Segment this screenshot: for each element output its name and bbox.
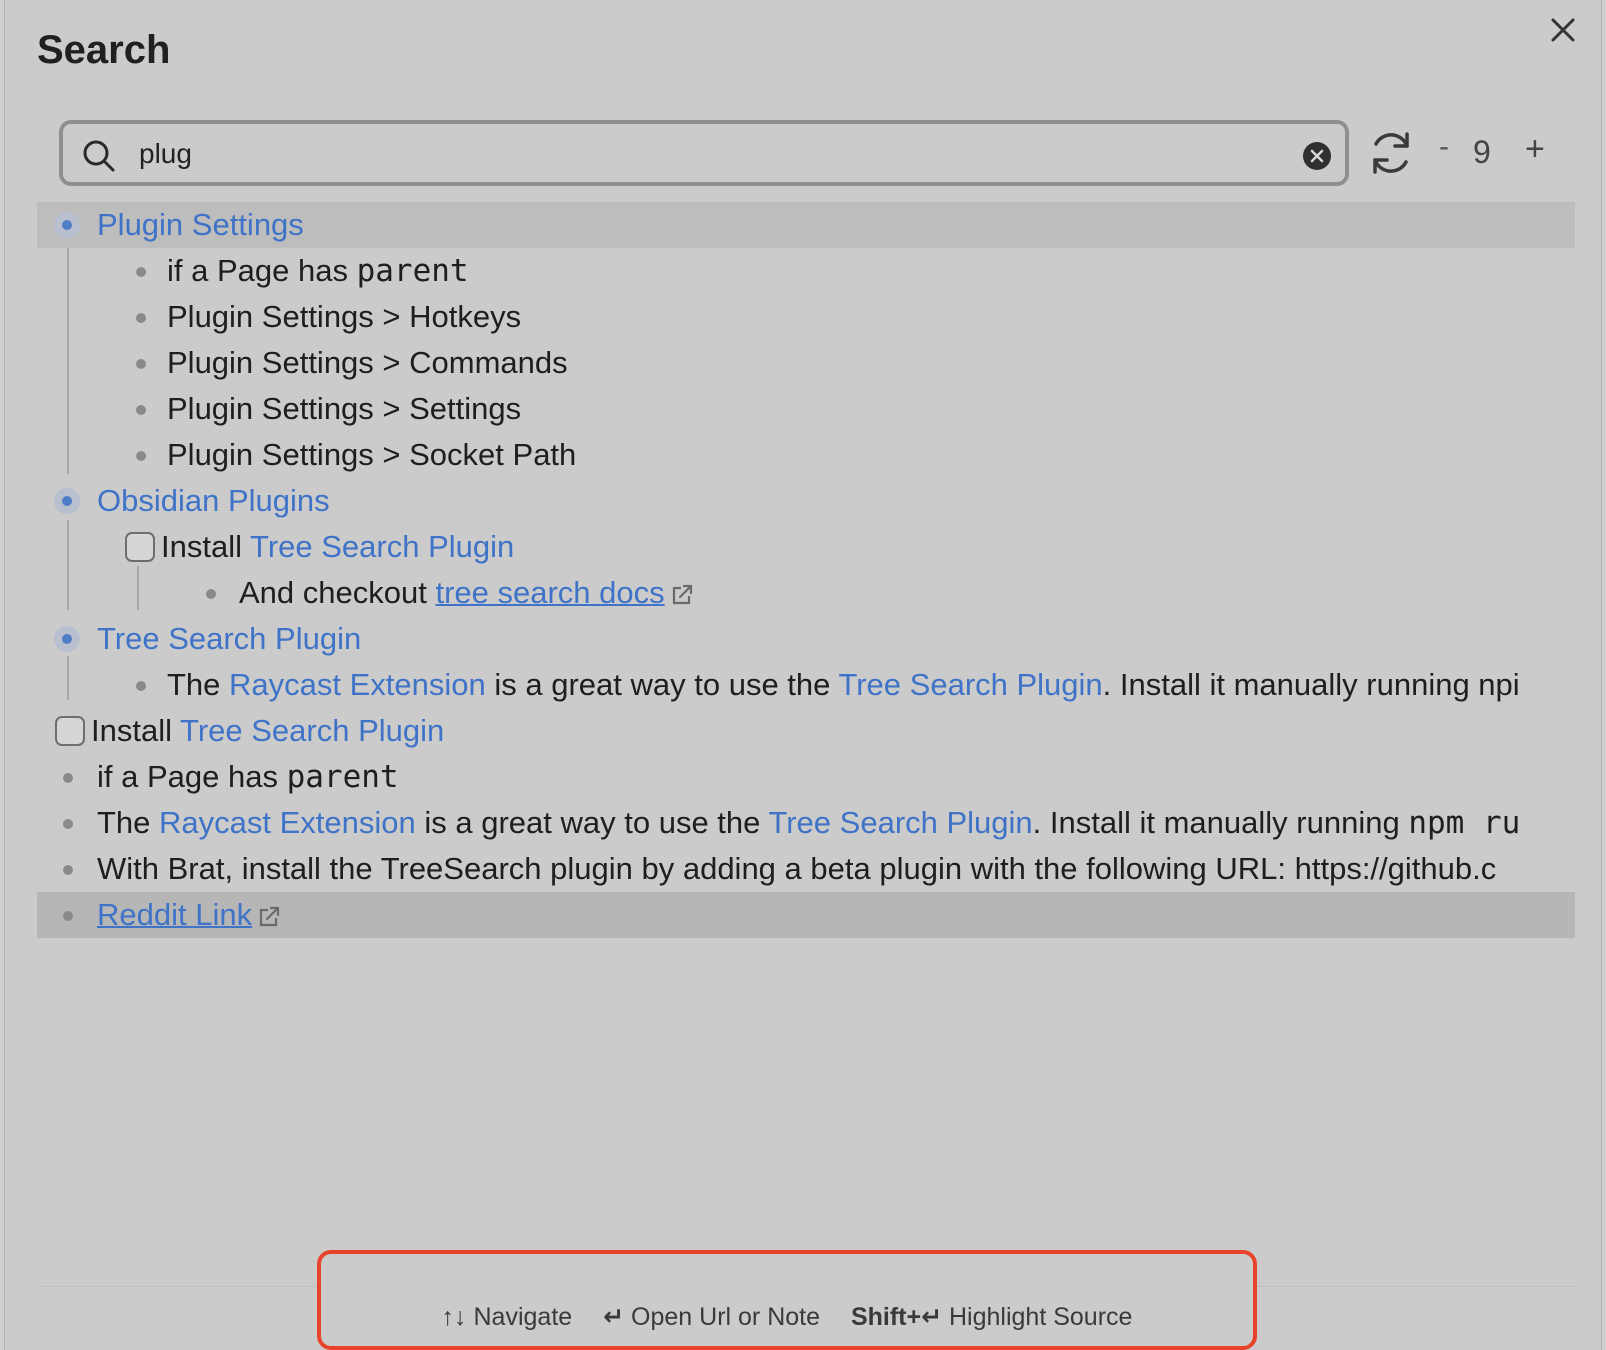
external-link[interactable]: tree search docs	[435, 575, 664, 610]
internal-link[interactable]: Raycast Extension	[229, 667, 486, 702]
text-span: is a great way to use the	[485, 667, 839, 702]
list-item[interactable]: The Raycast Extension is a great way to …	[37, 800, 1575, 846]
text-span: . Install it manually running	[1032, 805, 1409, 840]
text-span: if a Page has	[97, 759, 287, 794]
list-item-label: Tree Search Plugin	[97, 621, 362, 656]
bullet-icon	[206, 589, 216, 599]
bullet-icon	[63, 911, 73, 921]
list-item[interactable]: Reddit Link	[37, 892, 1575, 938]
text-span: if a Page has	[167, 253, 357, 288]
list-item[interactable]: Install Tree Search Plugin	[37, 524, 1575, 570]
list-item[interactable]: Tree Search Plugin	[37, 616, 1575, 662]
bullet-icon	[136, 451, 146, 461]
list-item[interactable]: And checkout tree search docs	[37, 570, 1575, 616]
hint-label: Open Url or Note	[631, 1303, 820, 1331]
external-link-icon	[259, 906, 280, 926]
external-link[interactable]: Reddit Link	[97, 897, 252, 932]
search-icon	[83, 140, 115, 172]
code-span: parent	[356, 253, 469, 289]
bullet-icon	[136, 267, 146, 277]
task-checkbox[interactable]	[125, 532, 155, 562]
bullet-icon	[54, 488, 80, 514]
bullet-icon	[63, 865, 73, 875]
text-span: . Install it manually running npi	[1102, 667, 1520, 702]
text-span: Install	[91, 713, 181, 748]
hint-label: Navigate	[473, 1303, 573, 1331]
internal-link[interactable]: Raycast Extension	[159, 805, 416, 840]
search-input[interactable]	[139, 134, 1259, 174]
list-item-label: Plugin Settings > Socket Path	[167, 437, 577, 472]
hint-keys: ↵	[603, 1303, 625, 1331]
hint-open: ↵ Open Url or Note	[603, 1302, 820, 1332]
code-span: npm ru	[1408, 805, 1521, 841]
bullet-icon	[136, 313, 146, 323]
list-item-label: With Brat, install the TreeSearch plugin…	[97, 851, 1497, 886]
text-span: The	[167, 667, 230, 702]
text-span: is a great way to use the	[415, 805, 769, 840]
list-item[interactable]: Obsidian Plugins	[37, 478, 1575, 524]
external-link-icon	[672, 584, 692, 604]
code-span: parent	[286, 759, 399, 795]
list-item[interactable]: Plugin Settings > Hotkeys	[37, 294, 1575, 340]
list-item-label: Install Tree Search Plugin	[161, 524, 514, 570]
list-item[interactable]: Install Tree Search Plugin	[37, 708, 1575, 754]
hint-keys: Shift+↵	[850, 1303, 943, 1331]
bullet-icon	[136, 405, 146, 415]
task-checkbox[interactable]	[55, 716, 85, 746]
list-item[interactable]: Plugin Settings > Commands	[37, 340, 1575, 386]
hint-label: Highlight Source	[949, 1303, 1133, 1331]
depth-decrease-button[interactable]: -	[1439, 130, 1449, 164]
depth-value: 9	[1473, 134, 1491, 170]
list-item[interactable]: Plugin Settings > Socket Path	[37, 432, 1575, 478]
hint-highlight: Shift+↵ Highlight Source	[851, 1302, 1132, 1332]
results-list: Plugin Settings if a Page has parent Plu…	[37, 202, 1575, 938]
text-span: Install	[161, 529, 251, 564]
list-item-label: The Raycast Extension is a great way to …	[167, 662, 1520, 708]
list-item-label: Install Tree Search Plugin	[91, 708, 444, 754]
list-item[interactable]: Plugin Settings > Settings	[37, 386, 1575, 432]
depth-increase-button[interactable]: +	[1525, 130, 1545, 169]
keyboard-hints: ↑↓ Navigate ↵ Open Url or Note Shift+↵ H…	[321, 1302, 1253, 1332]
close-button[interactable]	[1543, 10, 1583, 50]
list-item-label: Plugin Settings	[97, 207, 304, 242]
hint-navigate: ↑↓ Navigate	[442, 1303, 573, 1332]
list-item[interactable]: if a Page has parent	[37, 248, 1575, 294]
list-item[interactable]: Plugin Settings	[37, 202, 1575, 248]
list-item-label: The Raycast Extension is a great way to …	[97, 800, 1520, 846]
search-box	[59, 120, 1349, 186]
list-item-label: Plugin Settings > Commands	[167, 345, 568, 380]
keyboard-hints-footer: ↑↓ Navigate ↵ Open Url or Note Shift+↵ H…	[317, 1250, 1257, 1350]
list-item-label: if a Page has parent	[97, 754, 399, 800]
bullet-icon	[54, 212, 80, 238]
refresh-icon[interactable]	[1367, 128, 1415, 178]
internal-link[interactable]: Tree Search Plugin	[180, 713, 444, 748]
list-item-label: if a Page has parent	[167, 248, 469, 294]
internal-link[interactable]: Tree Search Plugin	[838, 667, 1102, 702]
search-row: - 9 +	[59, 120, 1559, 186]
list-item-label: And checkout tree search docs	[239, 570, 695, 616]
list-item-label: Obsidian Plugins	[97, 483, 330, 518]
text-span: And checkout	[239, 575, 436, 610]
bullet-icon	[136, 359, 146, 369]
internal-link[interactable]: Tree Search Plugin	[250, 529, 514, 564]
list-item[interactable]: The Raycast Extension is a great way to …	[37, 662, 1575, 708]
modal-title: Search	[37, 28, 171, 72]
text-span: The	[97, 805, 160, 840]
clear-icon	[1310, 149, 1324, 163]
list-item-label: Plugin Settings > Hotkeys	[167, 299, 522, 334]
close-icon	[1551, 18, 1575, 42]
list-item-label: Reddit Link	[97, 892, 282, 938]
bullet-icon	[63, 773, 73, 783]
clear-search-button[interactable]	[1303, 142, 1331, 170]
search-modal: Search - 9 +	[4, 0, 1602, 1350]
list-item[interactable]: With Brat, install the TreeSearch plugin…	[37, 846, 1575, 892]
list-item-label: Plugin Settings > Settings	[167, 391, 522, 426]
bullet-icon	[54, 626, 80, 652]
bullet-icon	[63, 819, 73, 829]
bullet-icon	[136, 681, 146, 691]
list-item[interactable]: if a Page has parent	[37, 754, 1575, 800]
internal-link[interactable]: Tree Search Plugin	[768, 805, 1032, 840]
hint-keys: ↑↓	[441, 1303, 467, 1331]
